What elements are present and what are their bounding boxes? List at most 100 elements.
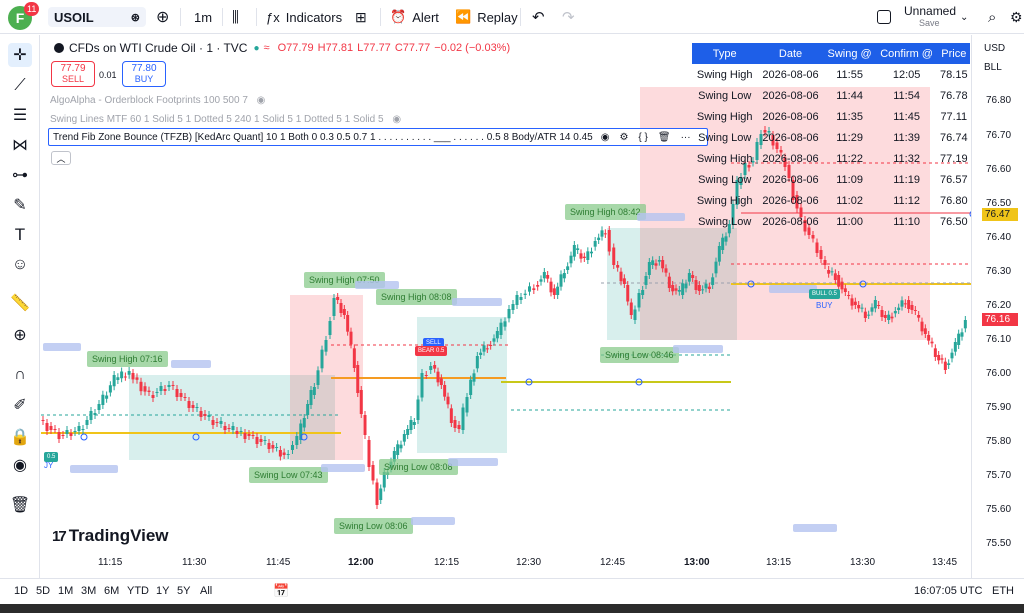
source-code-icon[interactable]: { }	[638, 132, 647, 143]
more-icon[interactable]: ···	[681, 132, 691, 143]
price-axis[interactable]: USD BLL 76.80 76.70 76.60 76.50 76.40 76.30 76…	[971, 35, 1024, 578]
candle-body	[336, 297, 340, 300]
range-button-ytd[interactable]: YTD	[127, 585, 149, 597]
candle-body	[607, 230, 611, 252]
text-icon[interactable]: T	[8, 223, 32, 247]
emoji-icon[interactable]: ☺	[8, 253, 32, 277]
session-button[interactable]: ETH	[992, 585, 1014, 597]
trash-icon[interactable]: 🗑	[8, 493, 32, 517]
lock-icon[interactable]: 🔒	[8, 425, 32, 449]
candle-body	[191, 405, 195, 408]
pattern-icon[interactable]: ⋈	[8, 133, 32, 157]
swing-high-label: Swing High 07:16	[87, 351, 168, 367]
zoom-icon[interactable]: ⊕	[8, 323, 32, 347]
trendline-icon[interactable]: ⟋	[8, 74, 32, 98]
time-axis[interactable]: 11:15 11:30 11:45 12:00 12:15 12:30 12:45 13:00…	[41, 549, 971, 577]
symbol-search[interactable]: USOIL ⊛	[48, 7, 146, 27]
time-label: 13:00	[684, 557, 710, 568]
confirm-chip	[171, 360, 211, 368]
candle-body	[629, 302, 633, 315]
candle-body	[572, 245, 576, 257]
lock-drawing-icon[interactable]: ✐	[8, 393, 32, 417]
redo-icon[interactable]: ↷	[562, 0, 575, 34]
table-cell: Swing High	[696, 110, 753, 123]
range-button-1d[interactable]: 1D	[14, 585, 28, 597]
candle-body	[446, 396, 450, 405]
magnet-icon[interactable]: ∩	[8, 363, 32, 387]
range-button-1m[interactable]: 1M	[58, 585, 73, 597]
candle-body	[320, 349, 324, 369]
swing-table-header-cell: Confirm @	[875, 43, 938, 64]
candle-body	[135, 377, 139, 380]
buy-button[interactable]: 77.80 BUY	[122, 61, 166, 87]
range-button-all[interactable]: All	[200, 585, 212, 597]
sell-button[interactable]: 77.79 SELL	[51, 61, 95, 87]
market-open-icon: ●	[253, 42, 260, 54]
unit-button[interactable]: BLL	[984, 62, 1002, 73]
search-icon[interactable]: ⌕	[988, 0, 996, 34]
eye-icon[interactable]: ◉	[8, 453, 32, 477]
crosshair-icon[interactable]: ✛	[8, 43, 32, 67]
range-button-3m[interactable]: 3M	[81, 585, 96, 597]
indicators-button[interactable]: ƒx Indicators	[266, 0, 342, 34]
brush-icon[interactable]: ✎	[8, 193, 32, 217]
candle-body	[235, 431, 239, 434]
candle-body	[637, 293, 641, 308]
candle-body	[917, 315, 921, 318]
table-cell: 11:19	[893, 173, 920, 186]
price-label: 76.10	[986, 334, 1012, 345]
replay-button[interactable]: ⏪ Replay	[455, 0, 518, 34]
candle-body	[316, 370, 320, 385]
indicator-row-swing-lines[interactable]: Swing Lines MTF 60 1 Solid 5 1 Dotted 5 …	[50, 114, 401, 125]
tv-logo-icon: 17	[52, 527, 67, 545]
settings-icon[interactable]: ⚙	[619, 132, 628, 143]
candle-body	[654, 263, 658, 266]
chevron-down-icon[interactable]: ⌄	[960, 0, 968, 34]
level-marker	[80, 433, 88, 441]
candle-body	[873, 300, 877, 309]
candle-body	[647, 262, 651, 275]
range-button-5d[interactable]: 5D	[36, 585, 50, 597]
time-label: 11:30	[182, 557, 207, 568]
candles-icon[interactable]: ⫼	[232, 0, 239, 34]
ruler-icon[interactable]: 📏	[8, 291, 32, 315]
candle-body	[893, 311, 897, 314]
delete-icon[interactable]: 🗑	[658, 132, 671, 143]
table-cell: 11:55	[836, 68, 863, 81]
candle-body	[143, 386, 147, 392]
candle-body	[953, 342, 957, 352]
layout-checkbox[interactable]	[877, 0, 891, 34]
candle-body	[167, 385, 171, 387]
eye-icon[interactable]: ◉	[601, 132, 610, 143]
layout-name-button[interactable]: Unnamed Save	[904, 0, 956, 34]
forecast-icon[interactable]: ⊶	[8, 163, 32, 187]
collapse-legend-button[interactable]: ︿	[51, 151, 71, 165]
add-symbol-icon[interactable]: ⊕	[156, 0, 169, 34]
table-cell: 76.78	[940, 89, 968, 102]
table-row: Swing High 2026-08-06 11:02 11:12 76.80	[692, 190, 970, 211]
interval-button[interactable]: 1m	[194, 0, 212, 34]
chart-legend[interactable]: CFDs on WTI Crude Oil · 1 · TVC ● ≈ O77.…	[54, 41, 510, 55]
time-label: 12:30	[516, 557, 542, 568]
eye-icon[interactable]: ◉	[392, 114, 401, 125]
undo-icon[interactable]: ↶	[532, 0, 545, 34]
range-button-6m[interactable]: 6M	[104, 585, 119, 597]
settings-icon[interactable]: ⚙	[1010, 0, 1023, 34]
candle-body	[41, 420, 45, 421]
candle-body	[412, 422, 416, 425]
indicator-label: Trend Fib Zone Bounce (TFZB) [KedArc Qua…	[53, 131, 593, 143]
indicator-row-orderblock[interactable]: AlgoAlpha - Orderblock Footprints 100 50…	[50, 95, 265, 106]
clock[interactable]: 16:07:05 UTC	[914, 585, 982, 597]
candle-body	[352, 348, 356, 368]
templates-icon[interactable]: ⊞	[355, 0, 367, 34]
candle-body	[97, 404, 101, 410]
alert-button[interactable]: ⏰ Alert	[390, 0, 439, 34]
indicator-row-tfzb[interactable]: Trend Fib Zone Bounce (TFZB) [KedArc Qua…	[48, 128, 708, 146]
fib-icon[interactable]: ☰	[8, 103, 32, 127]
tradingview-logo[interactable]: 17 TradingView	[52, 526, 169, 546]
range-button-1y[interactable]: 1Y	[156, 585, 169, 597]
goto-date-icon[interactable]: 📅	[273, 583, 289, 599]
range-button-5y[interactable]: 5Y	[177, 585, 190, 597]
eye-icon[interactable]: ◉	[257, 95, 266, 106]
currency-button[interactable]: USD	[984, 43, 1005, 54]
